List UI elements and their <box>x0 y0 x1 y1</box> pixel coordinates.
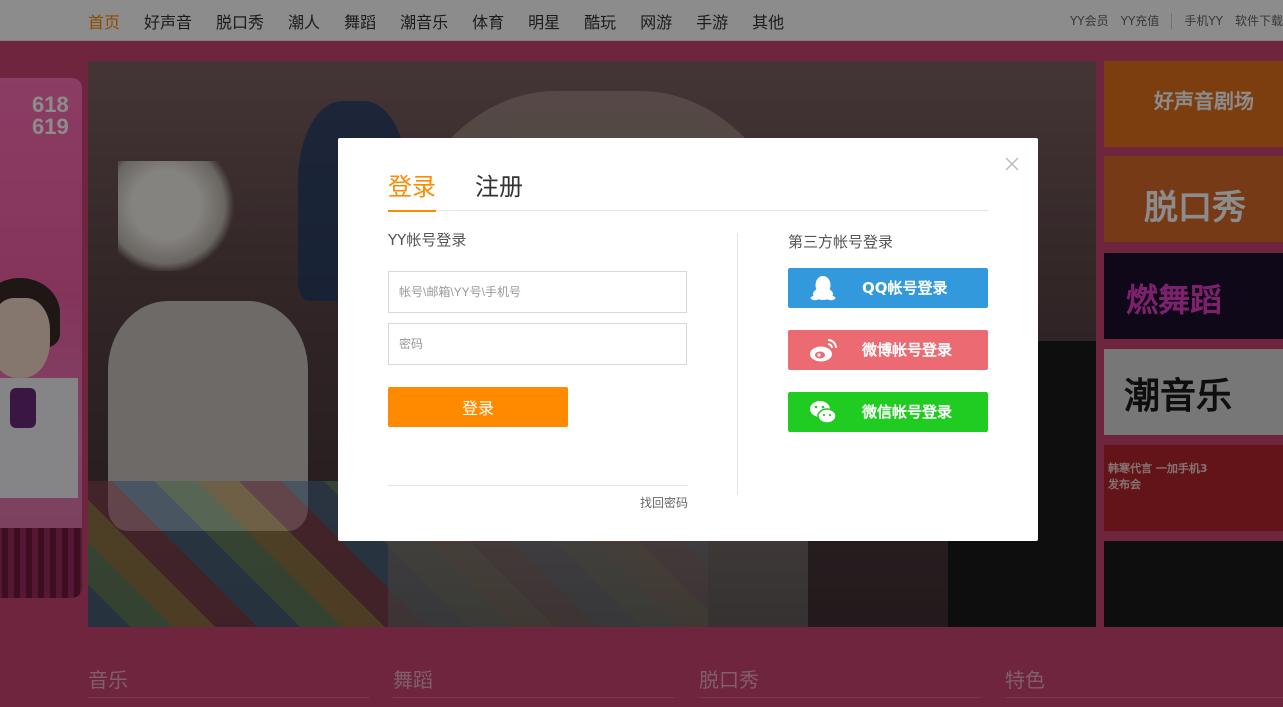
tab-register[interactable]: 注册 <box>475 172 523 202</box>
weibo-login-label: 微博帐号登录 <box>862 341 953 359</box>
wechat-icon <box>810 401 837 424</box>
qq-login-label: QQ帐号登录 <box>862 279 948 297</box>
weibo-icon <box>810 339 837 362</box>
form-divider <box>388 485 688 486</box>
weibo-login-button[interactable]: 微博帐号登录 <box>788 330 988 370</box>
login-modal: 登录 注册 YY帐号登录 登录 找回密码 第三方帐号登录 QQ帐号登录 微博帐号… <box>338 138 1038 541</box>
wechat-login-label: 微信帐号登录 <box>862 403 953 421</box>
tab-login[interactable]: 登录 <box>388 172 436 212</box>
login-button[interactable]: 登录 <box>388 387 568 427</box>
forgot-password-link[interactable]: 找回密码 <box>640 494 688 511</box>
yy-login-title: YY帐号登录 <box>388 231 467 249</box>
wechat-login-button[interactable]: 微信帐号登录 <box>788 392 988 432</box>
column-divider <box>737 233 738 495</box>
qq-login-button[interactable]: QQ帐号登录 <box>788 268 988 308</box>
password-input[interactable] <box>388 323 687 365</box>
third-party-login-title: 第三方帐号登录 <box>788 233 894 251</box>
close-icon[interactable] <box>1003 155 1021 173</box>
login-tabs: 登录 注册 <box>388 172 988 212</box>
account-input[interactable] <box>388 271 687 313</box>
qq-penguin-icon <box>810 276 836 301</box>
